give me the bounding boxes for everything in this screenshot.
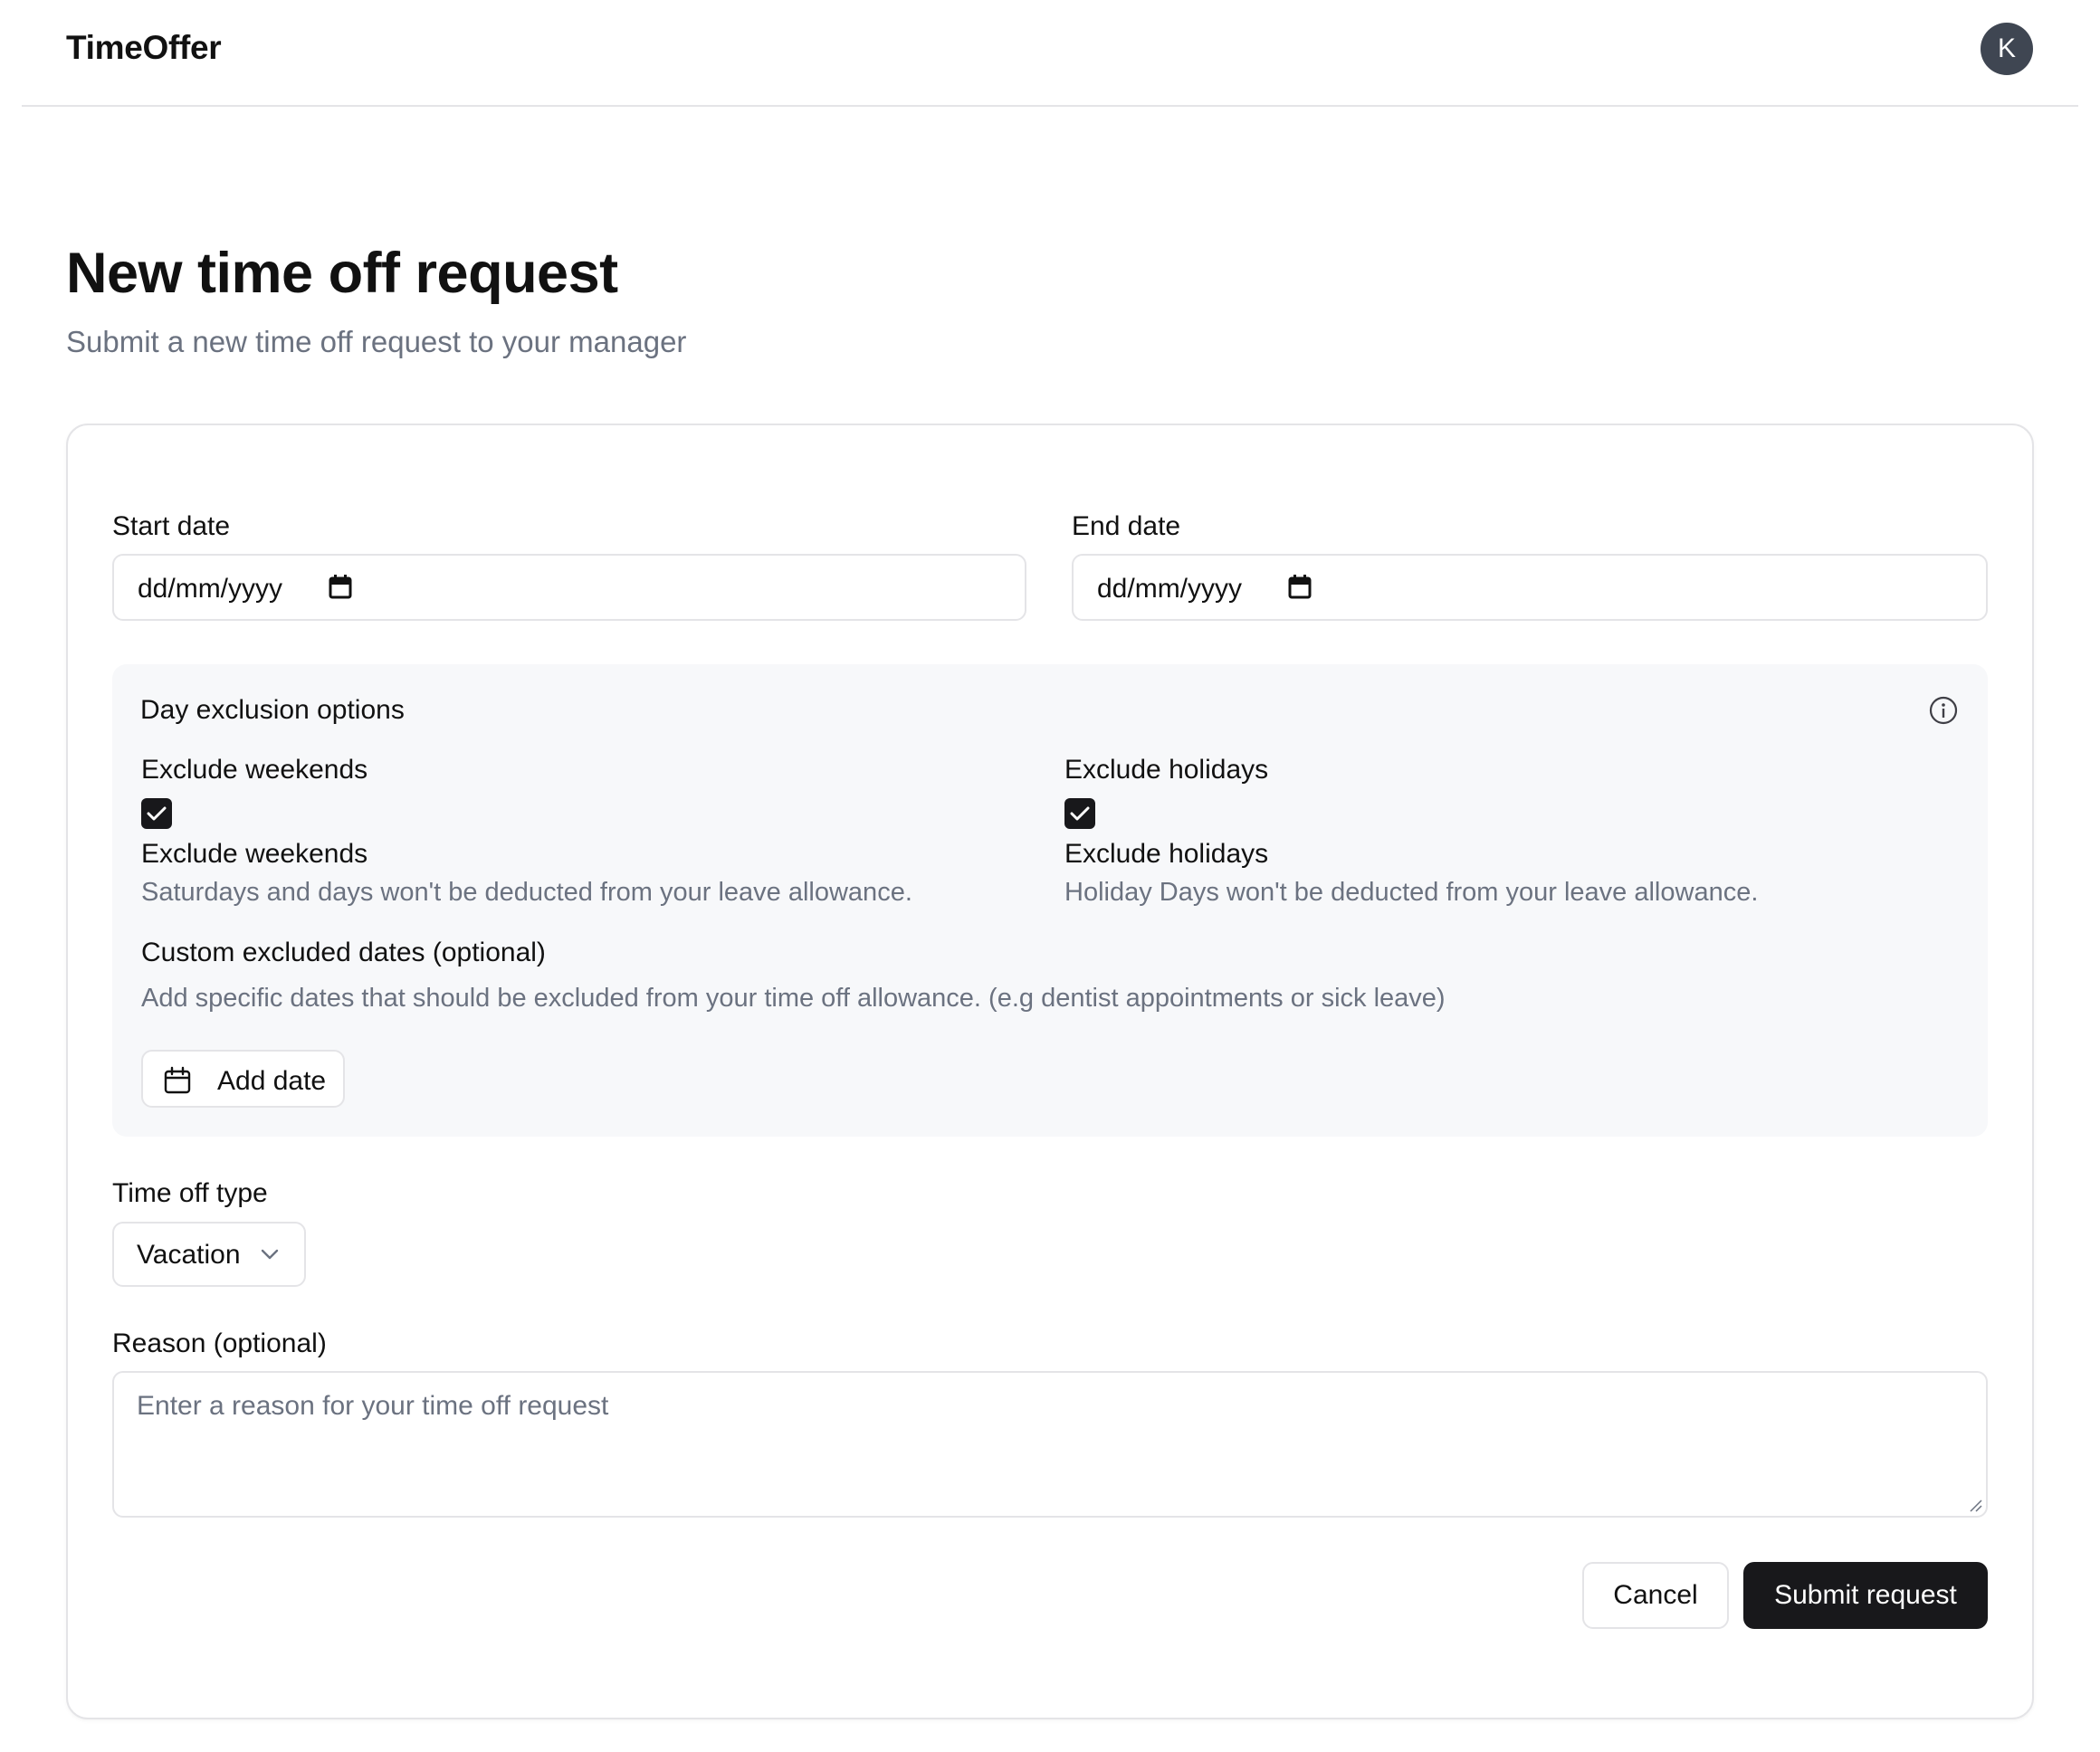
add-date-label: Add date: [217, 1066, 327, 1096]
calendar-icon[interactable]: [329, 574, 352, 599]
exclude-weekends-title: Exclude weekends: [141, 839, 368, 869]
day-exclusion-panel: Day exclusion options Exclude weekends E…: [112, 664, 1988, 1137]
exclude-holidays-description: Holiday Days won't be deducted from your…: [1064, 878, 1759, 907]
exclude-holidays-label: Exclude holidays: [1064, 755, 1269, 785]
start-date-input[interactable]: dd/mm/yyyy: [112, 554, 1026, 621]
end-date-input[interactable]: dd/mm/yyyy: [1072, 554, 1988, 621]
add-date-button[interactable]: Add date: [141, 1050, 345, 1108]
exclusion-title: Day exclusion options: [140, 695, 405, 725]
time-off-type-select[interactable]: Vacation: [112, 1222, 306, 1287]
exclude-holidays-checkbox[interactable]: [1064, 798, 1095, 829]
exclude-weekends-description: Saturdays and days won't be deducted fro…: [141, 878, 912, 907]
custom-dates-title: Custom excluded dates (optional): [141, 938, 546, 967]
time-off-type-label: Time off type: [112, 1178, 268, 1208]
calendar-icon[interactable]: [1288, 574, 1312, 599]
resize-handle-icon[interactable]: [1968, 1498, 1982, 1512]
start-date-placeholder: dd/mm/yyyy: [138, 574, 283, 604]
submit-request-button[interactable]: Submit request: [1743, 1562, 1988, 1629]
end-date-label: End date: [1072, 511, 1181, 541]
start-date-label: Start date: [112, 511, 231, 541]
exclude-holidays-title: Exclude holidays: [1064, 839, 1269, 869]
calendar-icon: [164, 1066, 191, 1094]
custom-dates-description: Add specific dates that should be exclud…: [141, 984, 1446, 1013]
top-navigation-bar: TimeOffer K: [22, 0, 2078, 107]
app-logo[interactable]: TimeOffer: [66, 29, 222, 67]
reason-label: Reason (optional): [112, 1328, 327, 1358]
checkmark-icon: [1070, 806, 1090, 821]
user-avatar[interactable]: K: [1981, 23, 2033, 75]
reason-placeholder: Enter a reason for your time off request: [137, 1391, 609, 1421]
cancel-button[interactable]: Cancel: [1582, 1562, 1729, 1629]
page-title: New time off request: [66, 242, 618, 305]
exclude-weekends-label: Exclude weekends: [141, 755, 368, 785]
exclude-weekends-checkbox[interactable]: [141, 798, 172, 829]
checkmark-icon: [147, 806, 167, 821]
page-subtitle: Submit a new time off request to your ma…: [66, 325, 687, 358]
end-date-placeholder: dd/mm/yyyy: [1097, 574, 1243, 604]
info-icon[interactable]: [1928, 695, 1959, 726]
reason-textarea[interactable]: Enter a reason for your time off request: [112, 1371, 1988, 1518]
time-off-type-value: Vacation: [137, 1240, 241, 1270]
chevron-down-icon: [261, 1249, 279, 1260]
